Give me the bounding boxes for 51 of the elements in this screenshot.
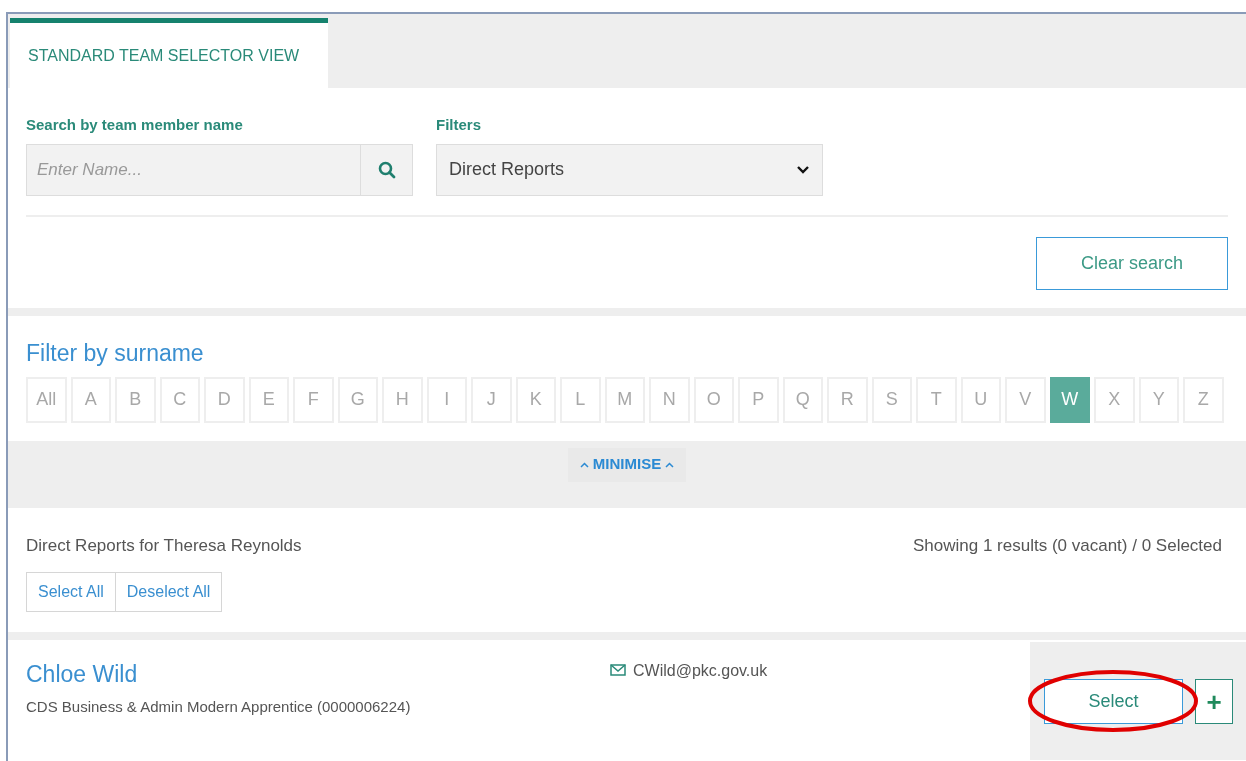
letter-filter-button[interactable]: G [337,376,378,423]
letter-filter-button[interactable]: T [916,376,957,423]
tab[interactable]: STANDARD TEAM SELECTOR VIEW [10,18,328,88]
letter-filter-button[interactable]: C [159,376,200,423]
select-button[interactable]: Select [1044,679,1183,724]
letter-filter-button[interactable]: O [693,376,734,423]
letter-filter-button[interactable]: H [382,376,423,423]
add-button[interactable]: + [1195,679,1233,724]
letter-filter-button[interactable]: R [827,376,868,423]
search-icon [377,160,396,179]
letter-filter-button[interactable]: J [471,376,512,423]
letter-filter-button[interactable]: F [293,376,334,423]
letter-filter-button[interactable]: A [70,376,111,423]
letter-filter-button[interactable]: X [1094,376,1135,423]
letter-filter-button[interactable]: U [960,376,1001,423]
member-name[interactable]: Chloe Wild [26,660,610,688]
letter-filter-button[interactable]: D [204,376,245,423]
field-label: Filters [436,115,482,135]
caret-up-icon [665,461,675,468]
letter-filter-button[interactable]: K [515,376,556,423]
member-email: CWild@pkc.gov.uk [633,664,768,678]
search-field[interactable]: Enter Name... [26,143,361,196]
letter-filter-button[interactable]: I [426,376,467,423]
chevron-down-icon [796,164,810,175]
minimise-button[interactable]: MINIMISE [567,447,687,482]
letter-filter-button[interactable]: N [649,376,690,423]
letter-filter-button[interactable]: Z [1183,376,1224,423]
section-title: Filter by surname [26,338,205,368]
field-label: Search by team member name [26,115,244,135]
letter-filter-button[interactable]: E [248,376,289,423]
letter-filter-button[interactable]: V [1005,376,1046,423]
bulk-select-button[interactable]: Select All [26,572,116,612]
letter-filter-button[interactable]: M [604,376,645,423]
results-heading: Direct Reports for Theresa Reynolds [26,534,302,557]
letter-filter-button[interactable]: Q [782,376,823,423]
clear-search-button[interactable]: Clear search [1036,236,1228,290]
bulk-select-button[interactable]: Deselect All [115,572,223,612]
minimise-label: MINIMISE [592,454,662,475]
search-button[interactable] [361,143,413,196]
letter-filter-button[interactable]: All [26,376,67,423]
caret-up-icon [579,461,589,468]
results-summary: Showing 1 results (0 vacant) / 0 Selected [913,534,1223,557]
letter-filter-button[interactable]: Y [1138,376,1179,423]
letter-filter-button[interactable]: S [871,376,912,423]
envelope-icon [610,664,626,676]
letter-filter-button[interactable]: B [115,376,156,423]
letter-filter-button[interactable]: P [738,376,779,423]
letter-filter-button[interactable]: L [560,376,601,423]
filter-dropdown[interactable]: Direct Reports [436,143,823,196]
letter-filter-button[interactable]: W [1049,376,1090,423]
member-role: CDS Business & Admin Modern Apprentice (0000006224) [26,697,412,717]
